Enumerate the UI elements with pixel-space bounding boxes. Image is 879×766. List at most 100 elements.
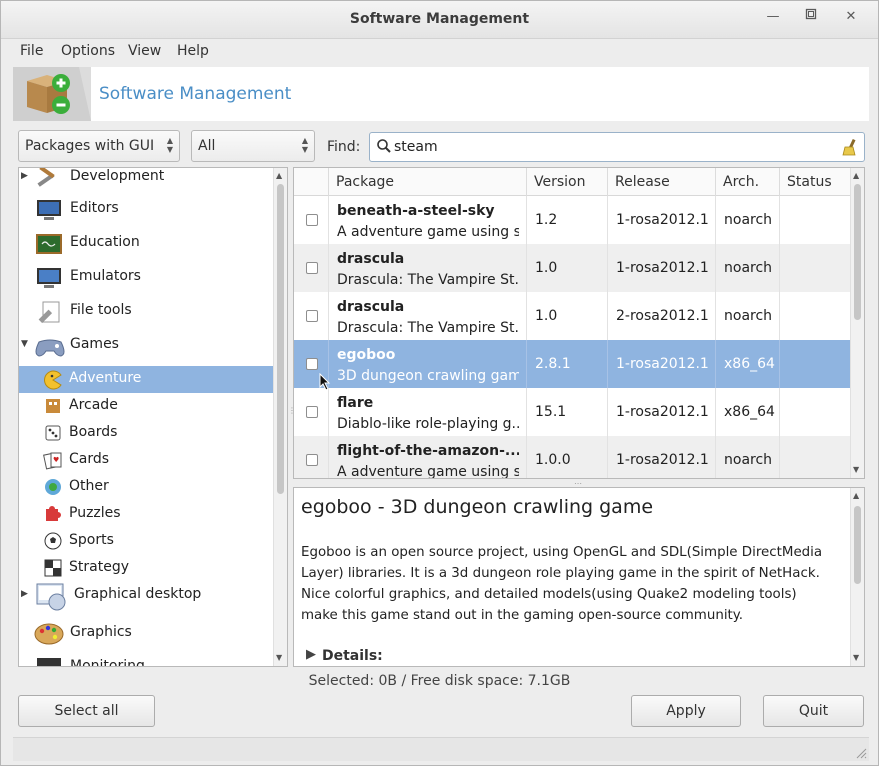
- details-label[interactable]: Details:: [322, 648, 383, 664]
- package-version: 15.1: [535, 404, 567, 420]
- expand-arrow-icon[interactable]: ▶: [21, 589, 28, 599]
- package-version: 1.0.0: [535, 452, 571, 468]
- select-checkbox[interactable]: [306, 310, 318, 322]
- description-scroll-thumb[interactable]: [854, 506, 861, 584]
- tree-item-education[interactable]: Education: [19, 230, 273, 257]
- package-version: 1.0: [535, 308, 558, 324]
- tree-item-boards[interactable]: Boards: [19, 420, 273, 447]
- package-name: drascula: [337, 299, 405, 315]
- menu-view[interactable]: View: [128, 43, 161, 59]
- tree-scroll-thumb[interactable]: [277, 184, 284, 494]
- scroll-up-icon[interactable]: ▲: [853, 171, 859, 180]
- tree-item-label: Other: [69, 478, 109, 494]
- tree-item-sports[interactable]: Sports: [19, 528, 273, 555]
- scroll-up-icon[interactable]: ▲: [276, 171, 282, 180]
- menu-bar: File Options View Help: [1, 39, 878, 65]
- resize-grip-icon[interactable]: [855, 747, 867, 759]
- scroll-up-icon[interactable]: ▲: [853, 491, 859, 500]
- editors-icon: [35, 198, 63, 226]
- minimize-icon[interactable]: —: [761, 7, 785, 27]
- scroll-down-icon[interactable]: ▼: [853, 465, 859, 474]
- table-row[interactable]: flare Diablo-like role-playing g... 15.1 …: [294, 388, 850, 436]
- tree-item-development[interactable]: ▶ Development: [19, 168, 273, 194]
- tree-item-monitoring[interactable]: Monitoring: [19, 654, 273, 667]
- close-icon[interactable]: ✕: [839, 7, 863, 27]
- select-all-button[interactable]: Select all: [18, 695, 155, 727]
- select-checkbox[interactable]: [306, 262, 318, 274]
- table-scroll-thumb[interactable]: [854, 184, 861, 320]
- header-status[interactable]: Status: [779, 168, 850, 196]
- tree-item-file-tools[interactable]: File tools: [19, 298, 273, 325]
- header-checkbox-column[interactable]: [294, 168, 328, 196]
- boards-icon: [43, 423, 63, 447]
- scroll-down-icon[interactable]: ▼: [276, 653, 282, 662]
- clear-search-icon[interactable]: [842, 138, 858, 160]
- package-version: 2.8.1: [535, 356, 571, 372]
- scroll-down-icon[interactable]: ▼: [853, 653, 859, 662]
- apply-button[interactable]: Apply: [631, 695, 741, 727]
- tree-item-label: File tools: [70, 302, 132, 318]
- state-filter-select[interactable]: All ▲ ▼: [191, 130, 315, 162]
- table-row[interactable]: drascula Drascula: The Vampire St... 1.0 …: [294, 292, 850, 340]
- disk-status-text: Selected: 0B / Free disk space: 7.1GB: [308, 673, 571, 689]
- banner: Software Management: [13, 67, 869, 121]
- table-row[interactable]: beneath-a-steel-sky A adventure game usin…: [294, 196, 850, 244]
- package-summary: A adventure game using s...: [337, 464, 519, 479]
- select-checkbox[interactable]: [306, 214, 318, 226]
- tree-item-graphical-desktop[interactable]: ▶ Graphical desktop: [19, 582, 273, 611]
- table-row[interactable]: flight-of-the-amazon-... A adventure game…: [294, 436, 850, 479]
- table-row[interactable]: drascula Drascula: The Vampire St... 1.0 …: [294, 244, 850, 292]
- cards-icon: ♥: [43, 450, 63, 474]
- table-row-selected[interactable]: egoboo 3D dungeon crawling game 2.8.1 1-r…: [294, 340, 850, 388]
- package-arch: x86_64: [724, 404, 775, 420]
- package-version: 1.2: [535, 212, 558, 228]
- tree-item-arcade[interactable]: Arcade: [19, 393, 273, 420]
- header-release[interactable]: Release: [607, 168, 715, 196]
- tree-item-adventure[interactable]: Adventure: [19, 366, 273, 393]
- maximize-icon[interactable]: [799, 7, 823, 27]
- tree-scrollbar[interactable]: ▲ ▼: [273, 168, 287, 666]
- menu-help[interactable]: Help: [177, 43, 209, 59]
- description-panel: egoboo - 3D dungeon crawling game Egoboo…: [293, 487, 865, 667]
- search-input[interactable]: [394, 138, 834, 156]
- education-icon: [35, 232, 63, 260]
- tree-item-strategy[interactable]: Strategy: [19, 555, 273, 582]
- header-arch[interactable]: Arch.: [715, 168, 779, 196]
- package-release: 2-rosa2012.1: [616, 308, 709, 324]
- development-icon: [33, 168, 63, 194]
- tree-item-label: Development: [70, 168, 165, 184]
- package-release: 1-rosa2012.1: [616, 212, 709, 228]
- description-scrollbar[interactable]: ▲ ▼: [850, 488, 864, 666]
- details-expander-icon[interactable]: ▶: [306, 647, 316, 662]
- menu-options[interactable]: Options: [61, 43, 115, 59]
- select-checkbox[interactable]: [306, 454, 318, 466]
- menu-file[interactable]: File: [20, 43, 43, 59]
- collapse-arrow-icon[interactable]: ▼: [21, 339, 28, 349]
- search-field[interactable]: [369, 132, 865, 162]
- package-arch: x86_64: [724, 356, 775, 372]
- select-checkbox[interactable]: [306, 358, 318, 370]
- tree-item-cards[interactable]: ♥ Cards: [19, 447, 273, 474]
- title-bar[interactable]: Software Management — ✕: [1, 1, 878, 39]
- tree-item-label: Graphics: [70, 624, 132, 640]
- tree-item-puzzles[interactable]: Puzzles: [19, 501, 273, 528]
- select-checkbox[interactable]: [306, 406, 318, 418]
- expand-arrow-icon[interactable]: ▶: [21, 171, 28, 181]
- group-filter-select[interactable]: Packages with GUI ▲ ▼: [18, 130, 180, 162]
- package-summary: Drascula: The Vampire St...: [337, 272, 519, 288]
- header-version[interactable]: Version: [526, 168, 607, 196]
- tree-item-other[interactable]: Other: [19, 474, 273, 501]
- quit-button[interactable]: Quit: [763, 695, 864, 727]
- table-scrollbar[interactable]: ▲ ▼: [850, 168, 864, 478]
- tree-item-graphics[interactable]: Graphics: [19, 620, 273, 647]
- tree-item-games[interactable]: ▼ Games: [19, 332, 273, 359]
- header-package[interactable]: Package: [328, 168, 526, 196]
- tree-item-editors[interactable]: Editors: [19, 196, 273, 223]
- monitoring-icon: [35, 656, 63, 666]
- tree-item-emulators[interactable]: Emulators: [19, 264, 273, 291]
- package-release: 1-rosa2012.1: [616, 356, 709, 372]
- tree-item-label: Monitoring: [70, 658, 145, 667]
- package-name: flare: [337, 395, 374, 411]
- package-summary: A adventure game using s...: [337, 224, 519, 240]
- file-tools-icon: [35, 300, 63, 332]
